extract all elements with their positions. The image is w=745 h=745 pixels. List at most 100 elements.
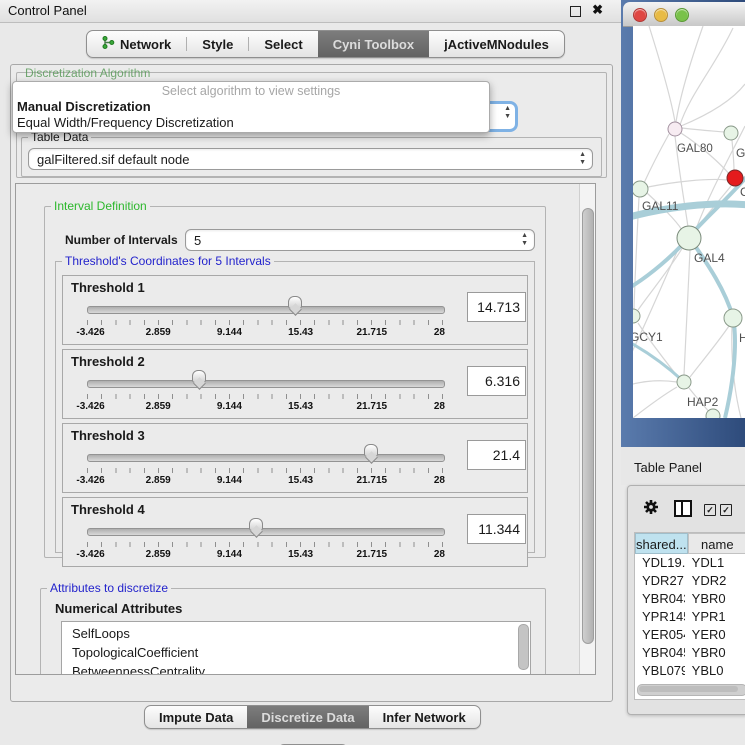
- column-header-name[interactable]: name: [688, 533, 745, 554]
- node-gcy1: [633, 309, 640, 323]
- network-view-window: GAL80 GA C GAL11 GAL4 GCY1 H HAP2: [621, 0, 745, 447]
- table-data-combobox[interactable]: galFiltered.sif default node ▲▼: [28, 148, 593, 170]
- minimize-traffic-light-icon[interactable]: [654, 8, 668, 22]
- node-attribute-table[interactable]: shared... name YDL19...YDL1 YDR27...YDR2…: [634, 532, 745, 700]
- list-item[interactable]: TopologicalCoefficient: [72, 643, 530, 662]
- slider-tick-labels: -3.426 2.859 9.144 15.43 21.715 28: [87, 327, 443, 339]
- list-item[interactable]: BetweennessCentrality: [72, 662, 530, 675]
- cell[interactable]: YBL0: [685, 662, 745, 680]
- slider-track[interactable]: [87, 528, 445, 536]
- tab-infer-network[interactable]: Infer Network: [369, 706, 480, 728]
- table-row[interactable]: YBR043CYBR0: [635, 590, 745, 608]
- tab-jactivemnodules[interactable]: jActiveMNodules: [429, 31, 564, 57]
- tab-style[interactable]: Style: [187, 31, 248, 57]
- combobox-arrows-icon[interactable]: ▲▼: [521, 232, 528, 248]
- table-row[interactable]: YBR045CYBR0: [635, 644, 745, 662]
- slider-thumb-icon[interactable]: [249, 518, 263, 537]
- close-traffic-light-icon[interactable]: [633, 8, 647, 22]
- slider-ticks: [87, 320, 444, 325]
- slider-tick-labels: -3.426 2.859 9.144 15.43 21.715 28: [87, 475, 443, 487]
- slider-tick-labels: -3.426 2.859 9.144 15.43 21.715 28: [87, 401, 443, 413]
- threshold-3-value-field[interactable]: 21.4: [467, 440, 526, 470]
- float-window-icon[interactable]: [570, 6, 581, 17]
- attributes-list[interactable]: SelfLoops TopologicalCoefficient Between…: [61, 621, 531, 675]
- cell[interactable]: YPR145W: [635, 608, 685, 626]
- network-canvas[interactable]: GAL80 GA C GAL11 GAL4 GCY1 H HAP2: [633, 26, 745, 418]
- list-scrollbar[interactable]: [518, 624, 529, 670]
- close-icon[interactable]: ✖: [592, 2, 603, 18]
- cell[interactable]: YDR27...: [635, 572, 685, 590]
- table-row[interactable]: YPR145WYPR1: [635, 608, 745, 626]
- slider-track[interactable]: [87, 380, 445, 388]
- threshold-2-slider[interactable]: -3.426 2.859 9.144 15.43 21.715 28: [87, 376, 447, 412]
- tab-network[interactable]: Network: [87, 31, 186, 57]
- cell[interactable]: YDR2: [685, 572, 745, 590]
- table-row[interactable]: YBL079WYBL0: [635, 662, 745, 680]
- node-label-hap2: HAP2: [687, 395, 719, 409]
- slider-track[interactable]: [87, 454, 445, 462]
- threshold-3-slider[interactable]: -3.426 2.859 9.144 15.43 21.715 28: [87, 450, 447, 486]
- slider-thumb-icon[interactable]: [364, 444, 378, 463]
- cell[interactable]: YDL19...: [635, 554, 685, 572]
- slider-ticks: [87, 542, 444, 547]
- cell[interactable]: YBR045C: [635, 644, 685, 662]
- table-data-selected: galFiltered.sif default node: [37, 152, 189, 167]
- threshold-1-value-field[interactable]: 14.713: [467, 292, 526, 322]
- checkbox-icon[interactable]: ✓: [704, 504, 716, 516]
- node-bottom-partial: [706, 409, 720, 418]
- tab-select[interactable]: Select: [249, 31, 317, 57]
- table-row[interactable]: YDL19...YDL1: [635, 554, 745, 572]
- threshold-2-value-field[interactable]: 6.316: [467, 366, 526, 396]
- tick-label: 28: [434, 327, 445, 338]
- cell[interactable]: YIL052C: [635, 698, 685, 700]
- scrollbar-thumb[interactable]: [582, 208, 594, 644]
- vertical-scrollbar[interactable]: [579, 184, 595, 674]
- combobox-arrows-icon[interactable]: ▲▼: [579, 151, 586, 167]
- slider-track[interactable]: [87, 306, 445, 314]
- checkbox-icon[interactable]: ✓: [720, 504, 732, 516]
- table-row[interactable]: YDR27...YDR2: [635, 572, 745, 590]
- node-label-gal80: GAL80: [677, 143, 713, 155]
- tick-label: 21.715: [357, 401, 388, 412]
- cell[interactable]: YBR0: [685, 644, 745, 662]
- dropdown-item-manual-discretization[interactable]: Manual Discretization: [13, 99, 489, 115]
- horizontal-scrollbar[interactable]: [637, 684, 745, 696]
- number-of-intervals-combobox[interactable]: 5 ▲▼: [185, 229, 535, 251]
- threshold-4-value-field[interactable]: 11.344: [467, 514, 526, 544]
- tab-discretize-data[interactable]: Discretize Data: [247, 706, 368, 728]
- cell[interactable]: YDL1: [685, 554, 745, 572]
- cell[interactable]: YER054C: [635, 626, 685, 644]
- table-row[interactable]: YIL052CYIL0: [635, 698, 745, 700]
- slider-ticks: [87, 394, 444, 399]
- slider-ticks: [87, 468, 444, 473]
- threshold-4-slider[interactable]: -3.426 2.859 9.144 15.43 21.715 28: [87, 524, 447, 560]
- tick-label: 9.144: [217, 475, 242, 486]
- tick-label: -3.426: [76, 401, 104, 412]
- cell[interactable]: YBR043C: [635, 590, 685, 608]
- tab-cyni-toolbox[interactable]: Cyni Toolbox: [318, 31, 429, 57]
- gear-icon[interactable]: [642, 498, 660, 521]
- column-header-shared[interactable]: shared...: [635, 533, 688, 554]
- slider-thumb-icon[interactable]: [288, 296, 302, 315]
- cell[interactable]: YBL079W: [635, 662, 685, 680]
- threshold-1-slider[interactable]: -3.426 2.859 9.144 15.43 21.715 28: [87, 302, 447, 338]
- cell[interactable]: YPR1: [685, 608, 745, 626]
- scrollbar-thumb[interactable]: [639, 686, 738, 692]
- network-icon: [102, 36, 115, 52]
- zoom-traffic-light-icon[interactable]: [675, 8, 689, 22]
- table-header-row: shared... name: [635, 533, 745, 554]
- list-item[interactable]: SelfLoops: [72, 624, 530, 643]
- tick-label: 21.715: [357, 549, 388, 560]
- cell[interactable]: YIL0: [685, 698, 745, 700]
- slider-thumb-icon[interactable]: [192, 370, 206, 389]
- cell[interactable]: YBR0: [685, 590, 745, 608]
- dropdown-hint-item[interactable]: Select algorithm to view settings: [13, 82, 489, 99]
- dropdown-item-equal-width[interactable]: Equal Width/Frequency Discretization: [13, 115, 489, 131]
- cell[interactable]: YER0: [685, 626, 745, 644]
- node-label-gcy1: GCY1: [633, 330, 663, 344]
- tab-impute-data[interactable]: Impute Data: [145, 706, 247, 728]
- combobox-arrows-icon[interactable]: ▲▼: [504, 105, 511, 121]
- tick-label: 28: [434, 549, 445, 560]
- split-columns-icon[interactable]: [674, 500, 692, 517]
- table-row[interactable]: YER054CYER0: [635, 626, 745, 644]
